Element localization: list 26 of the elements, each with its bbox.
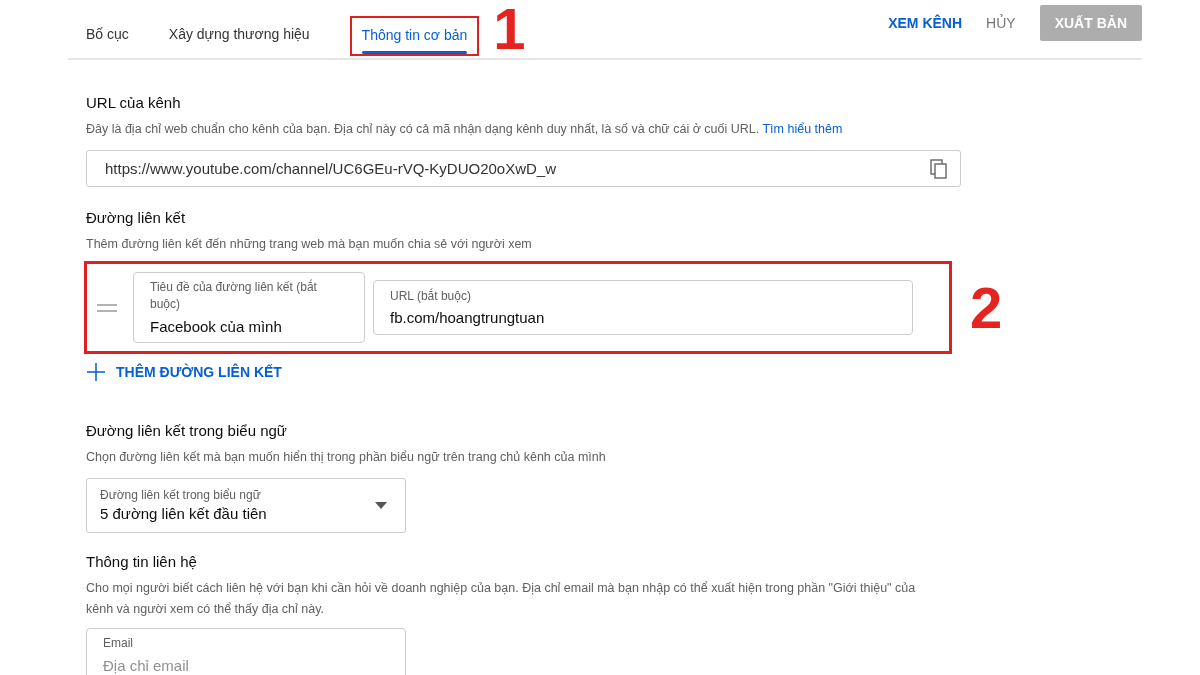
dropdown-arrow-icon bbox=[375, 502, 387, 509]
section-description: Chọn đường liên kết mà bạn muốn hiển thị trong phần biểu ngữ trên trang chủ kênh của mình bbox=[86, 449, 607, 466]
section-description: Thêm đường liên kết đến những trang web mà bạn muốn chia sẻ với người xem bbox=[86, 236, 533, 253]
section-description: Đây là địa chỉ web chuẩn cho kênh của bạn. Địa chỉ này có cả mã nhận dạng kênh duy nhất, là số và chữ cái ở cuối URL. Tìm hiểu thêm bbox=[86, 121, 844, 138]
tab[interactable]: Bố cục bbox=[86, 26, 129, 58]
annotation-number: 2 bbox=[970, 278, 1003, 337]
header-link[interactable]: XEM KÊNH bbox=[888, 14, 963, 31]
plus-icon bbox=[86, 362, 106, 382]
tab[interactable]: Thông tin cơ bản bbox=[361, 26, 468, 54]
copy-icon[interactable] bbox=[930, 158, 948, 179]
learn-more-link[interactable]: Tìm hiểu thêm bbox=[762, 122, 843, 136]
annotation-number: 1 bbox=[493, 0, 526, 58]
section-title: Đường liên kết bbox=[86, 209, 187, 226]
cancel-button[interactable]: HỦY bbox=[986, 14, 1016, 31]
section-description: Cho mọi người biết cách liên hệ với bạn khi cần hỏi về doanh nghiệp của bạn. Địa chỉ email mà bạn nhập có thể xuất hiện trong phần "Giới thiệu" của kênh và người xem có thể thấy địa chỉ này. bbox=[86, 580, 917, 618]
email-field[interactable]: Email Địa chỉ email bbox=[86, 628, 406, 675]
drag-handle-icon[interactable] bbox=[97, 302, 117, 313]
section-title: URL của kênh bbox=[86, 94, 182, 111]
tab[interactable]: Xây dựng thương hiệu bbox=[168, 26, 310, 58]
channel-url-field[interactable]: https://www.youtube.com/channel/UC6GEu-rVQ-KyDUO20oXwD_w bbox=[86, 150, 961, 187]
banner-links-dropdown[interactable]: Đường liên kết trong biểu ngữ 5 đường liên kết đầu tiên bbox=[86, 478, 406, 533]
section-title: Thông tin liên hệ bbox=[86, 553, 198, 570]
link-title-field[interactable]: Tiêu đề của đường liên kết (bắt buộc) Facebook của mình bbox=[133, 272, 365, 343]
section-title: Đường liên kết trong biểu ngữ bbox=[86, 422, 288, 439]
link-url-field[interactable]: URL (bắt buộc) fb.com/hoangtrungtuan bbox=[373, 280, 913, 335]
add-link-button[interactable]: THÊM ĐƯỜNG LIÊN KẾT bbox=[86, 362, 282, 382]
